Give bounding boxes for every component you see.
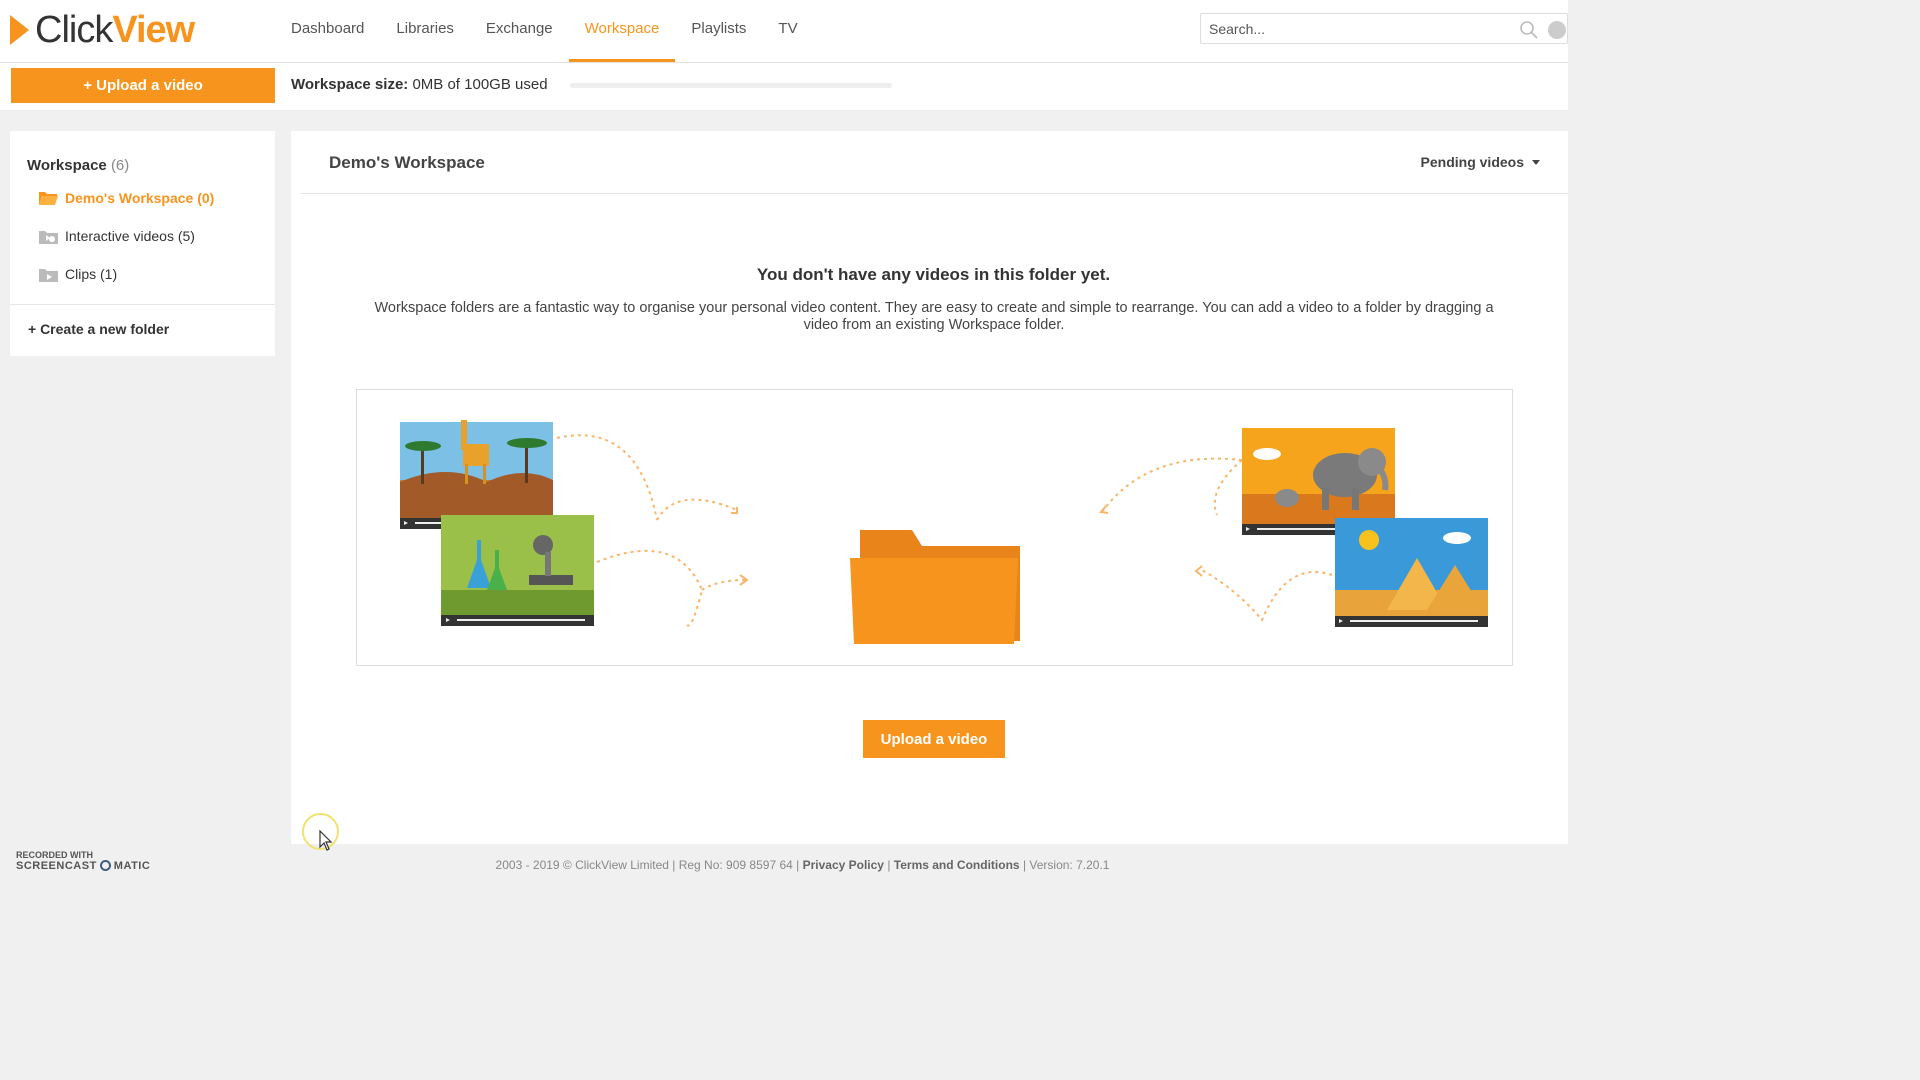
pyramids-video-thumbnail <box>1335 518 1488 627</box>
logo-play-icon <box>10 15 29 45</box>
sidebar-item-interactive-videos[interactable]: Interactive videos (5) <box>38 225 195 247</box>
nav-workspace[interactable]: Workspace <box>568 0 676 62</box>
sidebar-title[interactable]: Workspace (6) <box>27 157 129 174</box>
top-header: ClickView Dashboard Libraries Exchange W… <box>0 0 1568 63</box>
workspace-size-value: 0MB of 100GB used <box>412 76 548 93</box>
search-input[interactable] <box>1207 20 1511 38</box>
watermark-line2: SCREENCAST MATIC <box>16 860 150 871</box>
sidebar-item-label: Demo's Workspace (0) <box>65 190 215 206</box>
terms-link[interactable]: Terms and Conditions <box>894 858 1020 872</box>
info-icon[interactable] <box>1548 21 1566 39</box>
sidebar-divider <box>10 304 275 305</box>
toolbar: + Upload a video Workspace size: 0MB of … <box>0 63 1568 110</box>
logo-text: ClickView <box>35 8 195 52</box>
logo-click: Click <box>35 8 113 51</box>
mouse-cursor-icon <box>319 830 333 851</box>
nav-exchange[interactable]: Exchange <box>470 0 569 59</box>
search-box <box>1200 13 1568 44</box>
watermark-screencast: SCREENCAST <box>16 859 97 872</box>
upload-video-cta-button[interactable]: Upload a video <box>863 720 1005 758</box>
search-icon[interactable] <box>1519 20 1539 40</box>
nav-tv[interactable]: TV <box>762 0 813 59</box>
empty-state-title: You don't have any videos in this folder… <box>756 265 1111 284</box>
pending-videos-dropdown[interactable]: Pending videos <box>1421 154 1540 170</box>
footer-separator: | <box>887 858 891 872</box>
create-folder-button[interactable]: + Create a new folder <box>28 321 169 337</box>
giraffe-video-thumbnail <box>400 420 553 529</box>
watermark-logo-icon <box>99 860 111 871</box>
interactive-folder-icon <box>39 230 58 244</box>
sidebar-item-label: Clips (1) <box>65 266 118 282</box>
sidebar-title-count: (6) <box>110 157 130 174</box>
sidebar-title-text: Workspace <box>27 157 107 174</box>
main-divider <box>301 193 1568 194</box>
workspace-usage-bar <box>570 83 892 88</box>
nav-libraries[interactable]: Libraries <box>380 0 470 59</box>
nav-playlists[interactable]: Playlists <box>675 0 762 59</box>
empty-state-illustration <box>356 389 1513 666</box>
main-nav: Dashboard Libraries Exchange Workspace P… <box>275 0 814 62</box>
nav-dashboard[interactable]: Dashboard <box>275 0 380 59</box>
screencast-watermark: RECORDED WITH SCREENCAST MATIC <box>16 850 150 871</box>
drag-videos-to-folder-illustration <box>400 420 1488 644</box>
empty-state-description: Workspace folders are a fantastic way to… <box>374 300 1494 333</box>
page-title: Demo's Workspace <box>329 153 485 172</box>
footer: 2003 - 2019 © ClickView Limited | Reg No… <box>0 858 1568 872</box>
upload-video-button[interactable]: + Upload a video <box>11 68 275 103</box>
logo-view: View <box>112 8 195 51</box>
watermark-line1: RECORDED WITH <box>16 850 93 860</box>
caret-down-icon <box>1532 159 1540 165</box>
footer-copyright: 2003 - 2019 © ClickView Limited | Reg No… <box>495 858 800 872</box>
pending-videos-label: Pending videos <box>1420 154 1524 170</box>
clickview-logo[interactable]: ClickView <box>10 8 195 52</box>
clips-folder-icon <box>39 268 58 282</box>
sidebar-item-demos-workspace[interactable]: Demo's Workspace (0) <box>38 187 214 209</box>
folder-open-icon <box>39 192 58 205</box>
watermark-matic: MATIC <box>113 859 151 872</box>
sidebar-item-label: Interactive videos (5) <box>65 228 195 244</box>
sidebar-item-clips[interactable]: Clips (1) <box>38 263 117 285</box>
footer-version: | Version: 7.20.1 <box>1022 858 1110 872</box>
privacy-policy-link[interactable]: Privacy Policy <box>803 858 884 872</box>
workspace-size: Workspace size: 0MB of 100GB used <box>291 76 548 93</box>
sidebar: Workspace (6) Demo's Workspace (0) Inter… <box>10 131 275 356</box>
science-video-thumbnail <box>441 515 594 626</box>
workspace-size-label: Workspace size: <box>291 76 409 93</box>
folder-illustration <box>850 530 1020 644</box>
main-panel: Demo's Workspace Pending videos You don'… <box>291 131 1568 844</box>
